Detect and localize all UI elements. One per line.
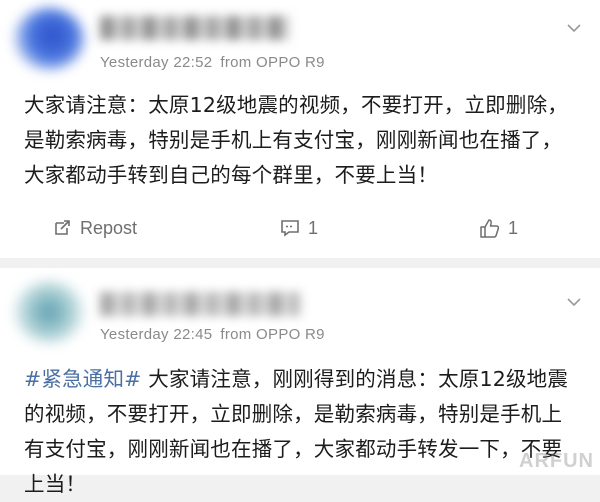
like-count: 1 [508,217,519,238]
weibo-post-1: Yesterday 22:52 from OPPO R9 大家请注意：太原12级地… [0,0,600,258]
username-blurred[interactable] [100,292,300,316]
chevron-down-icon[interactable] [566,20,582,36]
comment-count: 1 [308,217,319,238]
avatar[interactable] [14,281,84,343]
post-time: Yesterday 22:52 [100,54,213,71]
post-meta: Yesterday 22:45 from OPPO R9 [100,326,333,343]
comment-icon [281,220,299,237]
avatar[interactable] [14,8,84,70]
post-source: from OPPO R9 [220,326,325,343]
post-body: 大家请注意：太原12级地震的视频，不要打开，立即删除，是勒索病毒，特别是手机上有… [24,93,568,187]
post-body: #紧急通知# 大家请注意，刚刚得到的消息：太原12级地震的视频，不要打开，立即删… [24,362,582,502]
comment-button[interactable]: 1 [280,217,318,239]
action-bar: Repost 1 1 [0,205,600,251]
username-blurred[interactable] [100,16,290,40]
post-source: from OPPO R9 [220,54,325,71]
repost-label: Repost [80,217,138,238]
hashtag-link[interactable]: #紧急通知# [24,367,142,391]
weibo-post-2: Yesterday 22:45 from OPPO R9 #紧急通知# 大家请注意… [0,268,600,496]
watermark: ARFUN [519,450,594,472]
post-meta: Yesterday 22:52 from OPPO R9 [100,54,333,71]
repost-button[interactable]: Repost [52,217,137,239]
repost-icon [55,220,70,235]
chevron-down-icon[interactable] [566,294,582,310]
like-button[interactable]: 1 [478,217,518,239]
thumbs-up-icon [480,219,500,238]
post-time: Yesterday 22:45 [100,326,213,343]
